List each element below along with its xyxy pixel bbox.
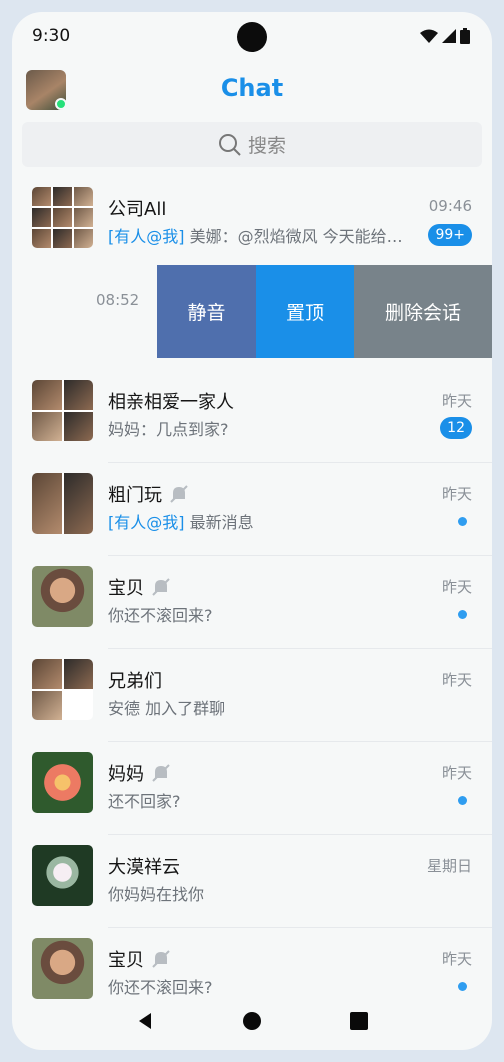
camera-cutout — [237, 22, 267, 52]
unread-dot — [458, 796, 467, 805]
unread-dot — [458, 610, 467, 619]
conversation-row[interactable]: 相亲相爱一家人 妈妈：几点到家? 昨天 12 — [12, 370, 492, 463]
app-header: Chat — [12, 68, 492, 124]
search-icon — [218, 133, 241, 156]
conversation-row[interactable]: 兄弟们 安德 加入了群聊 昨天 — [12, 649, 492, 742]
contact-avatar — [32, 566, 93, 627]
conversation-time: 昨天 — [441, 764, 472, 782]
conversation-preview: [有人@我] 最新消息 — [108, 513, 254, 532]
battery-icon — [460, 28, 470, 44]
android-nav-bar — [12, 992, 492, 1050]
contact-avatar — [32, 938, 93, 999]
group-avatar — [32, 659, 93, 720]
conversation-name: 相亲相爱一家人 — [108, 392, 234, 413]
home-icon[interactable] — [242, 1011, 262, 1031]
unread-badge: 12 — [440, 417, 472, 439]
conversation-preview: 你妈妈在找你 — [108, 885, 205, 904]
conversation-time: 昨天 — [441, 578, 472, 596]
conversation-name: 粗门玩 — [108, 481, 190, 507]
conversation-preview: 还不回家? — [108, 792, 181, 811]
conversation-preview: [有人@我] 美娜：@烈焰微风 今天能给… — [108, 227, 403, 246]
wifi-icon — [420, 29, 438, 43]
unread-badge: 99+ — [428, 224, 472, 246]
conversation-name: 妈妈 — [108, 760, 172, 786]
status-time: 9:30 — [32, 26, 71, 46]
conversation-time: 09:46 — [428, 197, 472, 215]
conversation-time: 昨天 — [441, 485, 472, 503]
conversation-name: 宝贝 — [108, 946, 172, 972]
group-avatar — [32, 187, 93, 248]
conversation-row[interactable]: 公司All [有人@我] 美娜：@烈焰微风 今天能给… 09:46 99+ — [12, 177, 492, 270]
unread-dot — [458, 517, 467, 526]
conversation-row[interactable]: 粗门玩 [有人@我] 最新消息 昨天 — [12, 463, 492, 556]
search-placeholder: 搜索 — [247, 135, 286, 157]
conversation-row[interactable]: 大漠祥云 你妈妈在找你 星期日 — [12, 835, 492, 928]
conversation-row[interactable]: 妈妈 还不回家? 昨天 — [12, 742, 492, 835]
conversation-name: 大漠祥云 — [108, 857, 180, 878]
conversation-row[interactable]: 宝贝 你还不滚回来? 昨天 — [12, 556, 492, 649]
unread-dot — [458, 982, 467, 991]
mute-bell-icon — [152, 578, 170, 596]
conversation-time: 昨天 — [441, 671, 472, 689]
mention-tag: [有人@我] — [108, 513, 185, 532]
conversation-preview: 安德 加入了群聊 — [108, 699, 226, 718]
conversation-time: 昨天 — [441, 392, 472, 410]
search-input[interactable]: 搜索 — [22, 122, 482, 167]
conversation-time: 昨天 — [441, 950, 472, 968]
conversation-time: 08:52 — [96, 291, 140, 309]
delete-conversation-button[interactable]: 删除会话 — [354, 265, 492, 358]
conversation-preview: 妈妈：几点到家? — [108, 420, 229, 439]
group-avatar — [32, 380, 93, 441]
mention-tag: [有人@我] — [108, 227, 185, 246]
conversation-name: 宝贝 — [108, 574, 172, 600]
recents-icon[interactable] — [349, 1011, 369, 1031]
phone-screen: 9:30 Chat 搜索 公司All [有人@我] 美娜：@烈焰微风 今天能给…… — [12, 12, 492, 1050]
contact-avatar — [32, 752, 93, 813]
mute-bell-icon — [170, 485, 188, 503]
swiped-conversation-row[interactable]: 08:52 静音 置顶 删除会话 — [12, 265, 492, 358]
contact-avatar — [32, 845, 93, 906]
page-title: Chat — [220, 74, 284, 102]
pin-button[interactable]: 置顶 — [256, 265, 354, 358]
conversation-time: 星期日 — [426, 857, 472, 875]
conversation-name: 兄弟们 — [108, 671, 162, 692]
group-avatar — [32, 473, 93, 534]
system-icons — [420, 28, 470, 44]
mute-bell-icon — [152, 950, 170, 968]
conversation-preview: 你还不滚回来? — [108, 606, 213, 625]
back-icon[interactable] — [135, 1011, 155, 1031]
conversation-name: 公司All — [108, 199, 167, 220]
status-bar: 9:30 — [12, 12, 492, 60]
signal-icon — [442, 29, 456, 43]
mute-bell-icon — [152, 764, 170, 782]
mute-button[interactable]: 静音 — [157, 265, 256, 358]
